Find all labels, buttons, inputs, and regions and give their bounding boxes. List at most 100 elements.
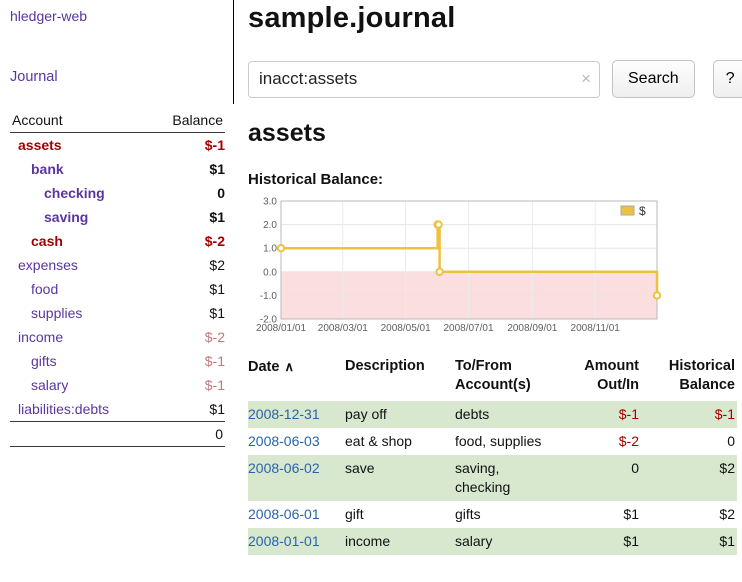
account-link[interactable]: checking	[44, 185, 105, 201]
svg-text:2008/09/01: 2008/09/01	[507, 323, 557, 334]
transaction-date-link[interactable]: 2008-06-03	[248, 433, 320, 449]
account-balance: 0	[149, 181, 225, 205]
account-link[interactable]: bank	[31, 161, 64, 177]
transaction-date-link[interactable]: 2008-12-31	[248, 406, 320, 422]
svg-text:2008/07/01: 2008/07/01	[443, 323, 493, 334]
transaction-date-link[interactable]: 2008-06-01	[248, 506, 320, 522]
register-row: 2008-06-02 savesaving, checking0$2	[248, 455, 737, 501]
transaction-balance: $-1	[641, 401, 737, 428]
svg-text:0.0: 0.0	[263, 267, 277, 278]
journal-link[interactable]: Journal	[10, 69, 58, 85]
account-row: assets $-1	[10, 133, 225, 158]
register-table: Date∧ Description To/From Account(s) Amo…	[248, 355, 737, 555]
account-row: food $1	[10, 277, 225, 301]
balance-column-header: Balance	[149, 109, 225, 133]
journal-nav: Journal	[10, 68, 225, 85]
account-row: cash $-2	[10, 229, 225, 253]
account-balance: $-1	[149, 133, 225, 158]
account-row: salary $-1	[10, 373, 225, 397]
account-balance: $1	[149, 397, 225, 422]
transaction-amount: $1	[556, 501, 641, 528]
svg-text:2.0: 2.0	[263, 220, 277, 231]
transaction-description: save	[345, 455, 455, 501]
account-link[interactable]: cash	[31, 233, 63, 249]
account-link[interactable]: liabilities:debts	[18, 401, 109, 417]
transaction-amount: 0	[556, 455, 641, 501]
account-link[interactable]: expenses	[18, 257, 78, 273]
svg-text:2008/03/01: 2008/03/01	[318, 323, 368, 334]
account-row: bank $1	[10, 157, 225, 181]
register-row: 2008-01-01incomesalary$1$1	[248, 528, 737, 555]
transaction-description: income	[345, 528, 455, 555]
accounts-header-row: Account Balance	[10, 109, 225, 133]
svg-text:$: $	[639, 204, 646, 218]
account-row: supplies $1	[10, 301, 225, 325]
sidebar-divider	[233, 0, 234, 104]
transaction-accounts: salary	[455, 528, 556, 555]
transaction-balance: 0	[641, 428, 737, 455]
register-header-row: Date∧ Description To/From Account(s) Amo…	[248, 355, 737, 401]
sidebar: hledger-web Journal Account Balance asse…	[0, 0, 233, 447]
total-spacer	[10, 422, 149, 447]
account-row: saving $1	[10, 205, 225, 229]
account-balance: $1	[149, 205, 225, 229]
transaction-accounts: gifts	[455, 501, 556, 528]
account-link[interactable]: assets	[18, 137, 62, 153]
main-content: sample.journal × Search ? assets Histori…	[233, 0, 742, 555]
account-row: gifts $-1	[10, 349, 225, 373]
help-button[interactable]: ?	[713, 60, 742, 98]
account-heading: assets	[248, 119, 742, 148]
transaction-accounts: saving, checking	[455, 455, 556, 501]
sort-ascending-icon: ∧	[284, 359, 294, 374]
register-row: 2008-12-31pay offdebts$-1$-1	[248, 401, 737, 428]
account-row: income $-2	[10, 325, 225, 349]
transaction-amount: $1	[556, 528, 641, 555]
account-link[interactable]: salary	[31, 377, 68, 393]
account-link[interactable]: saving	[44, 209, 88, 225]
account-balance: $1	[149, 277, 225, 301]
account-balance: $-2	[149, 229, 225, 253]
clear-search-icon[interactable]: ×	[581, 69, 591, 89]
app-title-link[interactable]: hledger-web	[10, 8, 87, 24]
transaction-balance: $1	[641, 528, 737, 555]
account-link[interactable]: supplies	[31, 305, 82, 321]
amount-column-header: Amount Out/In	[556, 355, 641, 401]
account-link[interactable]: gifts	[31, 353, 57, 369]
search-row: × Search ?	[248, 60, 742, 98]
search-input[interactable]	[248, 61, 600, 98]
transaction-balance: $2	[641, 501, 737, 528]
search-button[interactable]: Search	[612, 60, 695, 98]
chart-title: Historical Balance:	[248, 171, 742, 188]
account-balance: $-2	[149, 325, 225, 349]
description-column-header: Description	[345, 355, 455, 401]
account-row: expenses$2	[10, 253, 225, 277]
account-balance: $-1	[149, 373, 225, 397]
svg-text:-1.0: -1.0	[260, 291, 278, 302]
account-balance: $-1	[149, 349, 225, 373]
transaction-description: gift	[345, 501, 455, 528]
transaction-date-link[interactable]: 2008-01-01	[248, 533, 320, 549]
transaction-balance: $2	[641, 455, 737, 501]
page: hledger-web Journal Account Balance asse…	[0, 0, 742, 555]
account-balance: $1	[149, 301, 225, 325]
svg-text:2008/05/01: 2008/05/01	[381, 323, 431, 334]
account-row: checking 0	[10, 181, 225, 205]
svg-text:3.0: 3.0	[263, 197, 277, 208]
balance-column-header2: Historical Balance	[641, 355, 737, 401]
transaction-accounts: debts	[455, 401, 556, 428]
accounts-table: Account Balance assets $-1 bank $1 checking 0…	[10, 109, 225, 447]
register-row: 2008-06-03 eat & shopfood, supplies$-20	[248, 428, 737, 455]
transaction-date-link[interactable]: 2008-06-02	[248, 460, 320, 476]
account-balance: $1	[149, 157, 225, 181]
svg-text:2008/11/01: 2008/11/01	[571, 323, 621, 334]
account-link[interactable]: food	[31, 281, 58, 297]
register-row: 2008-06-01 giftgifts$1$2	[248, 501, 737, 528]
transaction-accounts: food, supplies	[455, 428, 556, 455]
search-box: ×	[248, 61, 600, 98]
account-link[interactable]: income	[18, 329, 63, 345]
transaction-amount: $-2	[556, 428, 641, 455]
svg-text:2008/01/01: 2008/01/01	[256, 323, 306, 334]
account-row: liabilities:debts $1	[10, 397, 225, 422]
date-column-header[interactable]: Date∧	[248, 355, 345, 401]
transaction-description: eat & shop	[345, 428, 455, 455]
